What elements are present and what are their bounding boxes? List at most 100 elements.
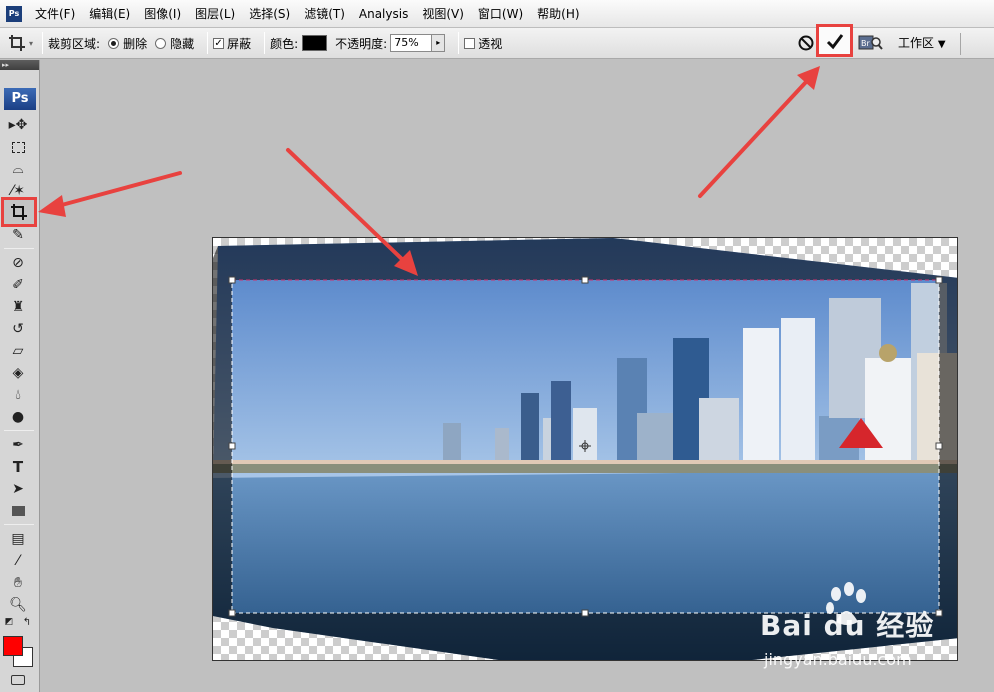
bandage-icon: ⊘	[12, 255, 24, 271]
history-brush-icon: ↺	[12, 321, 24, 337]
paint-bucket-tool[interactable]: ◈	[6, 363, 30, 383]
healing-brush-tool[interactable]: ⊘	[6, 253, 30, 273]
tool-preset-picker[interactable]: ▾	[8, 34, 33, 52]
crop-tool[interactable]	[1, 197, 37, 227]
marquee-tool[interactable]	[6, 137, 30, 157]
hand-tool[interactable]: ✋︎	[6, 573, 30, 593]
options-divider	[458, 32, 460, 54]
watermark-url: jingyan.baidu.com	[764, 650, 912, 669]
menu-edit[interactable]: 编辑(E)	[82, 3, 137, 25]
svg-text:Br: Br	[861, 39, 870, 48]
swap-colors-button[interactable]: ↰	[20, 616, 34, 628]
menu-select[interactable]: 选择(S)	[242, 3, 297, 25]
brush-tool[interactable]: ✐	[6, 275, 30, 295]
shield-checkbox-box[interactable]: ✓	[213, 37, 225, 49]
quick-mask-button[interactable]	[6, 670, 30, 690]
ps-logo: Ps	[4, 88, 36, 110]
checkmark-icon	[826, 33, 843, 49]
perspective-checkbox-box[interactable]	[464, 37, 476, 49]
foreground-color-swatch[interactable]	[3, 636, 23, 656]
shield-checkbox[interactable]: ✓ 屏蔽	[213, 35, 251, 52]
notes-tool[interactable]: ▤	[6, 529, 30, 549]
perspective-label: 透视	[478, 36, 503, 51]
menu-help[interactable]: 帮助(H)	[530, 3, 586, 25]
workspace-label: 工作区	[898, 36, 935, 50]
crop-handle-tr[interactable]	[935, 276, 943, 284]
type-icon: T	[12, 458, 24, 476]
clone-stamp-tool[interactable]: ♜	[6, 297, 30, 317]
history-brush-tool[interactable]: ↺	[6, 319, 30, 339]
go-to-bridge-button[interactable]: Br	[857, 32, 883, 54]
delete-label: 删除	[123, 36, 148, 51]
commit-crop-button[interactable]	[816, 24, 853, 57]
hide-radio[interactable]: 隐藏	[155, 35, 194, 52]
pen-tool[interactable]: ✒	[6, 435, 30, 455]
dodge-tool[interactable]: ●	[6, 407, 30, 427]
dodge-icon: ●	[11, 409, 25, 425]
shield-color: 颜色:	[270, 35, 328, 52]
delete-radio[interactable]: 删除	[108, 35, 147, 52]
menu-layer[interactable]: 图层(L)	[188, 3, 242, 25]
crop-icon	[9, 35, 25, 51]
quick-mask-icon	[11, 675, 25, 685]
toolbox-grip[interactable]: ▸▸	[0, 60, 39, 70]
rectangle-tool[interactable]	[6, 501, 30, 521]
arrow-to-crop-tool-head	[38, 195, 66, 217]
menu-filter[interactable]: 滤镜(T)	[297, 3, 352, 25]
slice-icon: ✎	[12, 227, 24, 243]
shield-label: 屏蔽	[227, 36, 252, 51]
options-divider	[42, 32, 44, 54]
crop-handle-b[interactable]	[581, 609, 589, 617]
menu-image[interactable]: 图像(I)	[137, 3, 188, 25]
crop-handle-l[interactable]	[228, 442, 236, 450]
workspace-menu[interactable]: 工作区 ▼	[898, 28, 946, 58]
menu-window[interactable]: 窗口(W)	[471, 3, 530, 25]
photoshop-app-icon[interactable]: Ps	[6, 5, 22, 22]
swap-colors-icon: ↰	[22, 616, 32, 628]
crop-handle-r[interactable]	[935, 442, 943, 450]
shield-color-swatch[interactable]	[302, 35, 328, 51]
color-label: 颜色:	[270, 36, 299, 51]
drop-icon: 💧︎	[15, 387, 21, 403]
default-colors-button[interactable]: ◩	[2, 616, 16, 628]
delete-radio-dot[interactable]	[108, 37, 120, 49]
options-divider	[960, 33, 961, 55]
crop-handle-tl[interactable]	[228, 276, 236, 284]
crop-handle-t[interactable]	[581, 276, 589, 284]
brush-icon: ✐	[12, 277, 24, 293]
lasso-icon: ⌓	[12, 161, 24, 177]
toolbox: ▸▸ Ps ▸✥ ⌓ ⁄✶ ✎ ⊘ ✐ ♜ ↺ ▱ ◈ 💧︎ ● ✒ T ➤ ▤…	[0, 60, 40, 692]
path-selection-tool[interactable]: ➤	[6, 479, 30, 499]
arrow-to-crop-tool	[56, 171, 182, 208]
blur-tool[interactable]: 💧︎	[6, 385, 30, 405]
crop-handle-bl[interactable]	[228, 609, 236, 617]
eraser-icon: ▱	[12, 343, 24, 359]
eyedropper-tool[interactable]: ⁄	[6, 551, 30, 571]
perspective-checkbox[interactable]: 透视	[464, 35, 502, 52]
default-colors-icon: ◩	[4, 617, 14, 627]
rectangle-icon	[11, 506, 25, 516]
move-icon: ▸✥	[8, 117, 28, 133]
chevron-down-icon: ▾	[29, 38, 34, 48]
opacity-control: 不透明度: 75% ▸	[335, 34, 446, 52]
zoom-icon: 🔍︎	[9, 597, 27, 613]
opacity-dropdown-arrow[interactable]: ▸	[432, 34, 446, 52]
options-divider	[207, 32, 209, 54]
menu-file[interactable]: 文件(F)	[28, 3, 82, 25]
eraser-tool[interactable]: ▱	[6, 341, 30, 361]
move-tool[interactable]: ▸✥	[6, 115, 30, 135]
type-tool[interactable]: T	[6, 457, 30, 477]
cancel-crop-button[interactable]	[797, 34, 815, 52]
zoom-tool[interactable]: 🔍︎	[6, 595, 30, 615]
slice-tool[interactable]: ✎	[6, 225, 30, 245]
hide-label: 隐藏	[170, 36, 195, 51]
arrow-to-commit-head	[797, 66, 820, 90]
opacity-input[interactable]: 75%	[390, 34, 433, 52]
menu-view[interactable]: 视图(V)	[415, 3, 471, 25]
menu-analysis[interactable]: Analysis	[352, 3, 415, 25]
lasso-tool[interactable]: ⌓	[6, 159, 30, 179]
baidu-jingyan-watermark: Bai du 经验 jingyan.baidu.com	[760, 578, 990, 688]
options-divider	[264, 32, 266, 54]
toolbox-divider	[4, 248, 34, 249]
hide-radio-dot[interactable]	[155, 37, 167, 49]
